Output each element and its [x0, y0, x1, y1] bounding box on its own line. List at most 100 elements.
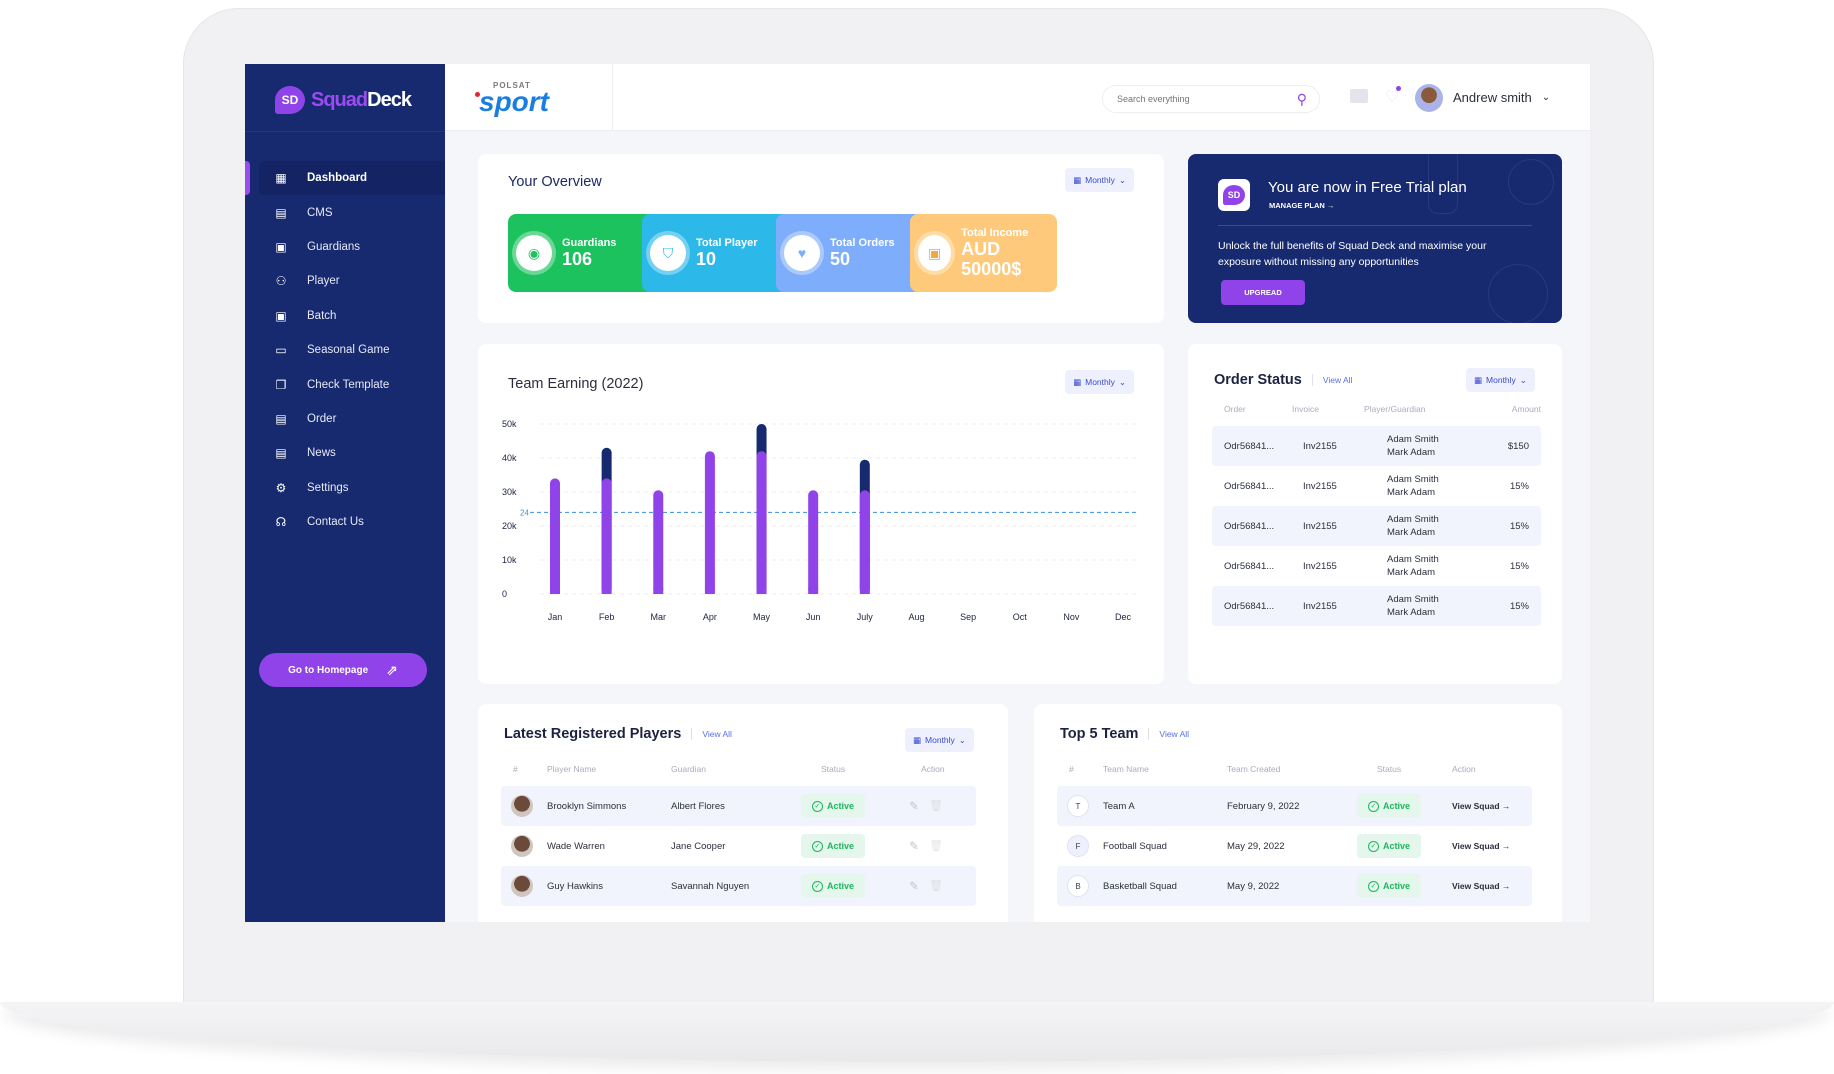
- teams-view-all-link[interactable]: View All: [1159, 729, 1189, 739]
- stat-card-guardians[interactable]: ◉ Guardians 106: [508, 214, 655, 292]
- player-row[interactable]: Brooklyn Simmons Albert Flores ✓ Active ✎ 🗑: [501, 786, 976, 826]
- sidebar-item-label: Contact Us: [307, 516, 364, 529]
- guardian-name: Mark Adam: [1387, 447, 1436, 458]
- guardian-name: Albert Flores: [671, 800, 725, 812]
- divider: [691, 728, 693, 740]
- sidebar-item-dashboard[interactable]: ▦ Dashboard: [245, 161, 445, 196]
- player-guardian: Adam Smith Mark Adam: [1387, 513, 1439, 539]
- stat-card-total-player[interactable]: ⛉ Total Player 10: [642, 214, 789, 292]
- status-badge: ✓ Active: [1357, 794, 1421, 818]
- teams-table-header: # Team Name Team Created Status Action: [1057, 764, 1526, 780]
- user-avatar[interactable]: [1415, 84, 1443, 112]
- promo-title: You are now in Free Trial plan: [1268, 179, 1467, 196]
- order-row[interactable]: Odr56841... Inv2155 Adam Smith Mark Adam 15%: [1212, 546, 1541, 586]
- delete-icon[interactable]: 🗑: [929, 839, 943, 853]
- team-row[interactable]: B Basketball Squad May 9, 2022 ✓ Active View …: [1057, 866, 1532, 906]
- sidebar-item-player[interactable]: ⚇ Player: [245, 264, 445, 298]
- status-badge: ✓ Active: [801, 874, 865, 898]
- status-cell: ✓ Active: [1357, 834, 1421, 858]
- status-cell: ✓ Active: [801, 794, 865, 818]
- go-to-homepage-button[interactable]: Go to Homepage ⇗: [259, 653, 427, 687]
- stat-card-total-orders[interactable]: ♥ Total Orders 50: [776, 214, 923, 292]
- sidebar-item-guardians[interactable]: ▣ Guardians: [245, 230, 445, 264]
- edit-icon[interactable]: ✎: [909, 839, 919, 853]
- players-view-all-link[interactable]: View All: [702, 729, 732, 739]
- dashboard-icon: ▦: [275, 171, 287, 186]
- team-row[interactable]: T Team A February 9, 2022 ✓ Active View Squad…: [1057, 786, 1532, 826]
- delete-icon[interactable]: 🗑: [929, 799, 943, 813]
- status-badge: ✓ Active: [1357, 874, 1421, 898]
- bar-base-may[interactable]: [756, 451, 767, 594]
- bar-base-july[interactable]: [859, 490, 870, 594]
- order-icon: ▤: [275, 411, 287, 426]
- check-circle-icon: ✓: [811, 800, 823, 812]
- cms-icon: ▤: [275, 205, 287, 220]
- edit-icon[interactable]: ✎: [909, 879, 919, 893]
- sidebar-item-cms[interactable]: ▤ CMS: [245, 195, 445, 229]
- delete-icon[interactable]: 🗑: [929, 879, 943, 893]
- latest-players-card: Latest Registered Players View All ▦ Mont…: [478, 704, 1008, 922]
- order-row[interactable]: Odr56841... Inv2155 Adam Smith Mark Adam 15%: [1212, 506, 1541, 546]
- latest-players-title: Latest Registered Players: [504, 726, 682, 742]
- sidebar-item-news[interactable]: ▤ News: [245, 436, 445, 470]
- players-monthly-dropdown[interactable]: ▦ Monthly ⌄: [905, 728, 974, 752]
- order-row[interactable]: Odr56841... Inv2155 Adam Smith Mark Adam 15%: [1212, 466, 1541, 506]
- settings-icon: ⚙: [275, 480, 287, 495]
- overview-title: Your Overview: [508, 174, 602, 190]
- order-status-title: Order Status: [1214, 372, 1302, 388]
- user-menu[interactable]: Andrew smith ⌄: [1453, 90, 1550, 105]
- order-table-header: Order Invoice Player/Guardian Amount: [1212, 404, 1541, 420]
- order-view-all-link[interactable]: View All: [1323, 375, 1353, 385]
- brand-logo[interactable]: POLSAT sport: [445, 64, 613, 131]
- bar-base-jun[interactable]: [808, 490, 819, 594]
- search-icon[interactable]: ⚲: [1297, 91, 1307, 108]
- team-row[interactable]: F Football Squad May 29, 2022 ✓ Active View S…: [1057, 826, 1532, 866]
- sidebar-item-order[interactable]: ▤ Order: [245, 402, 445, 436]
- view-squad-link[interactable]: View Squad →: [1452, 881, 1510, 891]
- player-avatar: [511, 795, 533, 817]
- order-row[interactable]: Odr56841... Inv2155 Adam Smith Mark Adam 15%: [1212, 586, 1541, 626]
- batch-icon: ▣: [275, 308, 287, 323]
- team-created-date: February 9, 2022: [1227, 800, 1300, 812]
- app-name: SquadDeck: [311, 88, 412, 111]
- sidebar-item-label: Settings: [307, 481, 349, 494]
- player-name: Adam Smith: [1387, 554, 1439, 565]
- view-squad-link[interactable]: View Squad →: [1452, 841, 1510, 851]
- player-row[interactable]: Wade Warren Jane Cooper ✓ Active ✎ 🗑: [501, 826, 976, 866]
- sidebar-item-settings[interactable]: ⚙ Settings: [245, 471, 445, 505]
- sidebar-item-batch[interactable]: ▣ Batch: [245, 299, 445, 333]
- bar-base-foot: [756, 588, 767, 594]
- player-row[interactable]: Guy Hawkins Savannah Nguyen ✓ Active ✎ 🗑: [501, 866, 976, 906]
- bar-base-feb[interactable]: [601, 478, 612, 594]
- stat-card-total-income[interactable]: ▣ Total Income AUD 50000$: [910, 214, 1057, 292]
- edit-icon[interactable]: ✎: [909, 799, 919, 813]
- manage-plan-link[interactable]: MANAGE PLAN →: [1269, 201, 1334, 210]
- bar-base-apr[interactable]: [704, 451, 715, 594]
- team-created-date: May 29, 2022: [1227, 840, 1285, 852]
- top-teams-card: Top 5 Team View All # Team Name Team Creat…: [1034, 704, 1562, 922]
- mail-icon[interactable]: [1350, 89, 1368, 103]
- player-guardian: Adam Smith Mark Adam: [1387, 593, 1439, 619]
- search-input[interactable]: [1117, 94, 1277, 104]
- order-monthly-dropdown[interactable]: ▦ Monthly ⌄: [1466, 368, 1535, 392]
- earning-monthly-dropdown[interactable]: ▦ Monthly ⌄: [1065, 370, 1134, 394]
- view-squad-link[interactable]: View Squad →: [1452, 801, 1510, 811]
- bar-base-mar[interactable]: [653, 490, 664, 594]
- status-cell: ✓ Active: [1357, 794, 1421, 818]
- invoice-id: Inv2155: [1303, 520, 1337, 532]
- check-circle-icon: ✓: [811, 840, 823, 852]
- app-logo[interactable]: SD SquadDeck: [275, 84, 412, 116]
- upgrade-button[interactable]: UPGREAD: [1221, 280, 1305, 305]
- sidebar-item-check-template[interactable]: ❐ Check Template: [245, 367, 445, 401]
- bar-base-jan[interactable]: [550, 478, 560, 594]
- sidebar-item-contact-us[interactable]: ☊ Contact Us: [245, 505, 445, 539]
- team-created-date: May 9, 2022: [1227, 880, 1280, 892]
- team-initial-avatar: F: [1067, 835, 1089, 857]
- order-row[interactable]: Odr56841... Inv2155 Adam Smith Mark Adam $15…: [1212, 426, 1541, 466]
- column-header: Amount: [1511, 404, 1541, 414]
- stat-text: Total Orders 50: [830, 237, 895, 269]
- top-bar: POLSAT sport ⚲ ♡ Andrew smith ⌄: [445, 64, 1590, 131]
- team-earning-title: Team Earning (2022): [508, 376, 644, 392]
- overview-monthly-dropdown[interactable]: ▦ Monthly ⌄: [1065, 168, 1134, 192]
- sidebar-item-seasonal-game[interactable]: ▭ Seasonal Game: [245, 333, 445, 367]
